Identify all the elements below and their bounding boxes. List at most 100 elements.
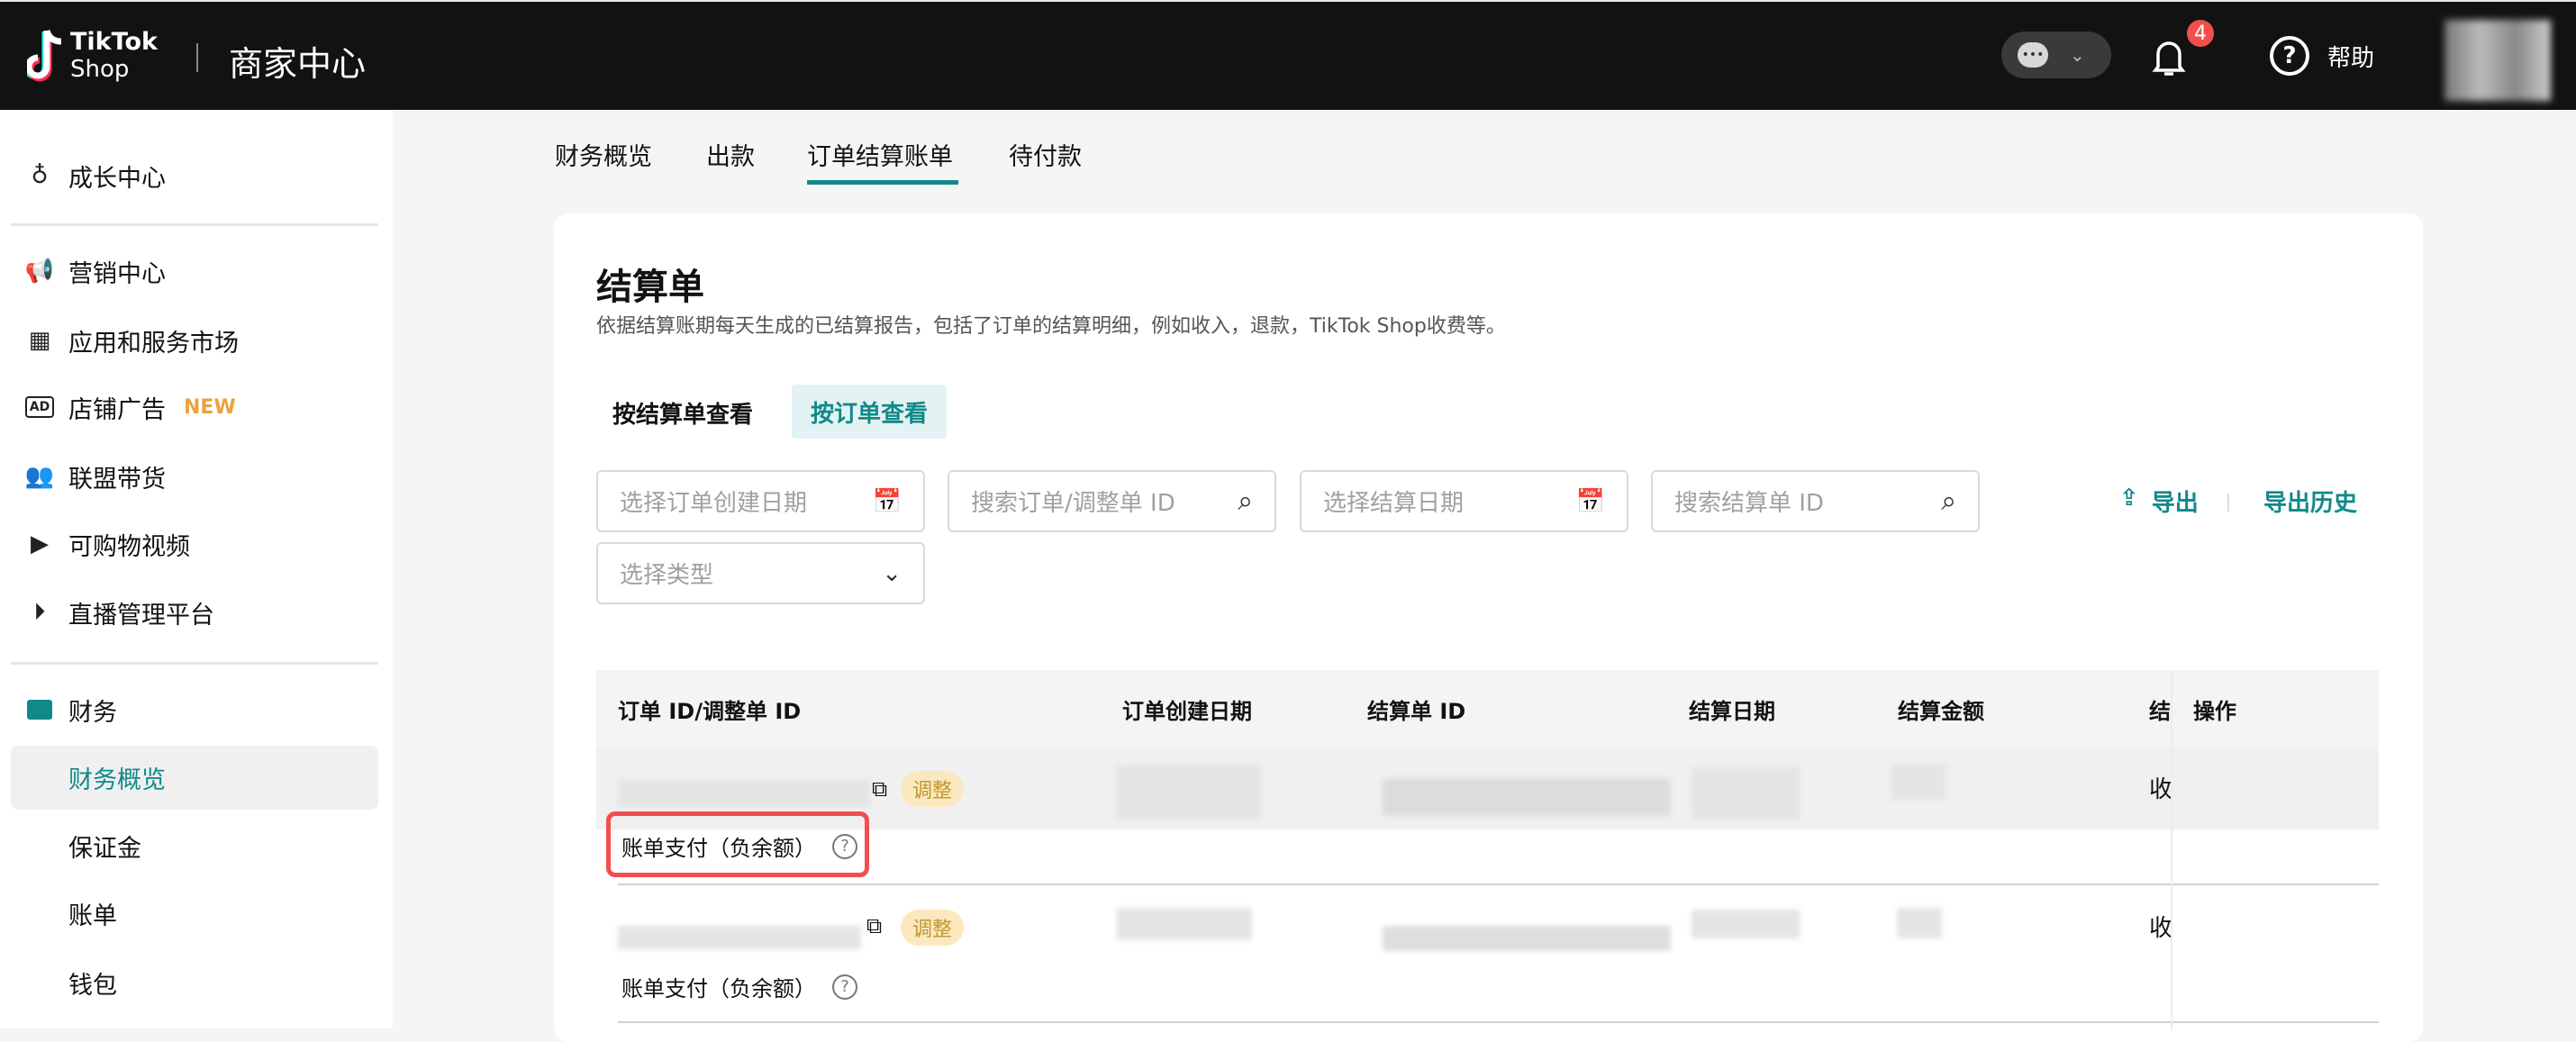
help-label: 帮助: [2327, 40, 2374, 73]
column-actions: 操作: [2193, 693, 2236, 725]
upload-icon: ⇪: [2119, 485, 2139, 518]
tab-payout[interactable]: 出款: [706, 137, 755, 172]
sidebar-divider: [11, 223, 378, 226]
sidebar-item-label: 营销中心: [68, 254, 166, 289]
settle-date-placeholder: 选择结算日期: [1323, 485, 1464, 518]
apps-icon: ▦: [25, 326, 54, 355]
logo-tiktok: TikTok: [70, 29, 158, 56]
payment-type-label: 账单支付（负余额）?: [621, 971, 857, 1002]
redacted-order-date: [1117, 908, 1252, 940]
users-icon: 👥: [25, 462, 54, 491]
sidebar-subitem-wallet[interactable]: 钱包: [68, 965, 117, 1001]
sidebar-item-growth[interactable]: ♁ 成长中心: [25, 158, 166, 194]
chat-button[interactable]: ••• ⌄: [2001, 32, 2111, 78]
settle-search-placeholder: 搜索结算单 ID: [1674, 485, 1824, 518]
highlight-box: [606, 811, 869, 877]
notification-button[interactable]: 4: [2149, 36, 2189, 79]
sidebar-divider: [11, 662, 378, 665]
tiktok-logo-icon: [27, 29, 65, 85]
calendar-icon: 📅: [873, 488, 902, 515]
status-text: 收: [2149, 910, 2172, 943]
active-tab-indicator: [807, 180, 958, 185]
order-date-picker[interactable]: 选择订单创建日期📅: [596, 470, 925, 532]
sidebar-item-affiliate[interactable]: 👥 联盟带货: [25, 458, 166, 494]
redacted-settlement-date: [1692, 910, 1800, 938]
redacted-order-id: [618, 780, 870, 807]
header-divider: [196, 43, 198, 72]
sidebar-subitem-label[interactable]: 财务概览: [68, 760, 166, 795]
export-divider: [2227, 494, 2229, 512]
chevron-down-icon: ⌄: [882, 560, 902, 587]
copy-icon[interactable]: ⧉: [866, 913, 882, 938]
redacted-amount: [1897, 908, 1942, 938]
adjustment-tag: 调整: [901, 771, 964, 807]
payment-type-text: 账单支付（负余额）: [621, 971, 816, 1002]
calendar-icon: 📅: [1576, 488, 1605, 515]
column-order-id: 订单 ID/调整单 ID: [618, 693, 801, 725]
type-select[interactable]: 选择类型 ⌄: [596, 542, 925, 604]
sidebar-item-label: 财务: [68, 693, 117, 728]
settlement-date-picker[interactable]: 选择结算日期 📅: [1300, 470, 1628, 532]
sidebar-subitem-bills[interactable]: 账单: [68, 896, 117, 931]
help-circle-icon[interactable]: ?: [832, 974, 857, 1000]
sidebar-subitem-finance-overview[interactable]: [11, 746, 378, 810]
top-header: TikTok Shop 商家中心 ••• ⌄ 4 ? 帮助: [0, 0, 2576, 110]
redacted-amount: [1891, 764, 1946, 800]
chat-icon: •••: [2018, 42, 2048, 68]
table-header: [596, 670, 2379, 748]
tab-pending-payment[interactable]: 待付款: [1009, 137, 1082, 172]
order-id-search-input[interactable]: 搜索订单/调整单 ID⌕: [948, 470, 1276, 532]
help-button[interactable]: ? 帮助: [2270, 36, 2374, 76]
tab-finance-overview[interactable]: 财务概览: [555, 137, 652, 172]
sidebar-item-marketing[interactable]: 📢 营销中心: [25, 253, 166, 289]
search-icon: ⌕: [1941, 485, 1956, 517]
ad-icon: AD: [25, 396, 54, 418]
order-search-placeholder: 搜索订单/调整单 ID: [971, 485, 1175, 518]
sidebar-item-label: 成长中心: [68, 159, 166, 194]
sidebar-item-label: 店铺广告: [68, 390, 166, 425]
logo-shop: Shop: [70, 56, 158, 83]
copy-icon[interactable]: ⧉: [872, 776, 887, 802]
sidebar-item-finance[interactable]: 财务: [25, 692, 117, 728]
export-button[interactable]: ⇪ 导出: [2119, 485, 2199, 518]
page-description: 依据结算账期每天生成的已结算报告，包括了订单的结算明细，例如收入，退款，TikT…: [596, 310, 1506, 339]
sidebar-item-app-market[interactable]: ▦ 应用和服务市场: [25, 322, 239, 358]
row-divider: [618, 1021, 2379, 1023]
column-status: 结: [2149, 693, 2171, 725]
column-order-date: 订单创建日期: [1122, 693, 1252, 725]
bell-icon: [2149, 36, 2189, 79]
sidebar-item-label: 应用和服务市场: [68, 323, 239, 358]
header-title: 商家中心: [229, 36, 366, 86]
live-play-icon: ⏵: [25, 598, 54, 627]
redacted-order-id: [618, 926, 861, 949]
row-divider: [618, 883, 2379, 885]
column-settlement-id: 结算单 ID: [1367, 693, 1465, 725]
sidebar: ♁成长中心 📢营销中心 ▦应用和服务市场 AD店铺广告NEW 👥联盟带货 ▶可购…: [0, 110, 393, 1028]
wallet-icon: [25, 695, 54, 724]
sidebar-item-label: 直播管理平台: [68, 595, 214, 630]
chevron-down-icon: ⌄: [2070, 44, 2085, 66]
sidebar-item-shoppable-video[interactable]: ▶ 可购物视频: [25, 526, 190, 562]
type-placeholder: 选择类型: [620, 557, 713, 590]
sidebar-item-label: 联盟带货: [68, 459, 166, 494]
sticky-column-shadow: [2171, 670, 2172, 1030]
medal-icon: ♁: [25, 161, 54, 190]
column-settlement-date: 结算日期: [1689, 693, 1775, 725]
column-settlement-amount: 结算金额: [1898, 693, 1984, 725]
avatar[interactable]: [2444, 20, 2551, 101]
view-by-settlement-button[interactable]: 按结算单查看: [612, 396, 753, 430]
export-label: 导出: [2152, 485, 2199, 518]
sidebar-item-label: 可购物视频: [68, 527, 190, 562]
redacted-settlement-date: [1692, 767, 1800, 820]
sidebar-item-live[interactable]: ⏵ 直播管理平台: [25, 594, 214, 630]
notification-badge: 4: [2185, 18, 2216, 49]
settlement-id-search-input[interactable]: 搜索结算单 ID ⌕: [1651, 470, 1980, 532]
megaphone-icon: 📢: [25, 257, 54, 285]
tab-order-settlement[interactable]: 订单结算账单: [807, 137, 953, 172]
help-icon: ?: [2270, 36, 2309, 76]
sidebar-subitem-deposit[interactable]: 保证金: [68, 829, 141, 864]
sidebar-item-store-ads[interactable]: AD店铺广告NEW: [25, 389, 236, 425]
video-icon: ▶: [25, 530, 54, 558]
view-by-order-button[interactable]: 按订单查看: [792, 385, 947, 439]
export-history-link[interactable]: 导出历史: [2263, 485, 2357, 518]
